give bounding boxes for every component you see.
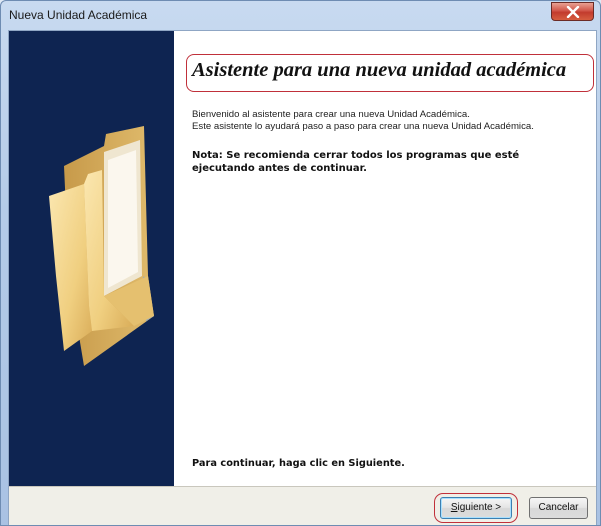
wizard-side-panel [9, 31, 174, 486]
next-mnemonic: S [450, 502, 458, 513]
next-button[interactable]: Siguiente > [440, 497, 512, 519]
close-icon [566, 6, 580, 18]
folder-icon [49, 126, 154, 366]
button-bar: Siguiente > Cancelar [9, 486, 596, 525]
wizard-content: Asistente para una nueva unidad académic… [174, 31, 596, 486]
welcome-line-2: Este asistente lo ayudará paso a paso pa… [192, 121, 534, 132]
continue-instruction: Para continuar, haga clic en Siguiente. [192, 458, 405, 469]
close-button[interactable] [551, 2, 594, 21]
title-bar[interactable]: Nueva Unidad Académica [1, 1, 600, 30]
next-label: iguiente > [457, 502, 502, 513]
note-text: Nota: Se recomienda cerrar todos los pro… [192, 150, 520, 174]
window-title: Nueva Unidad Académica [9, 8, 148, 22]
wizard-heading: Asistente para una nueva unidad académic… [192, 59, 567, 81]
welcome-line-1: Bienvenido al asistente para crear una n… [192, 109, 470, 120]
wizard-client-area: Asistente para una nueva unidad académic… [8, 30, 597, 525]
wizard-window: Nueva Unidad Académica Asistente para un… [0, 0, 601, 526]
cancel-button[interactable]: Cancelar [529, 497, 588, 519]
welcome-text: Bienvenido al asistente para crear una n… [192, 109, 534, 133]
